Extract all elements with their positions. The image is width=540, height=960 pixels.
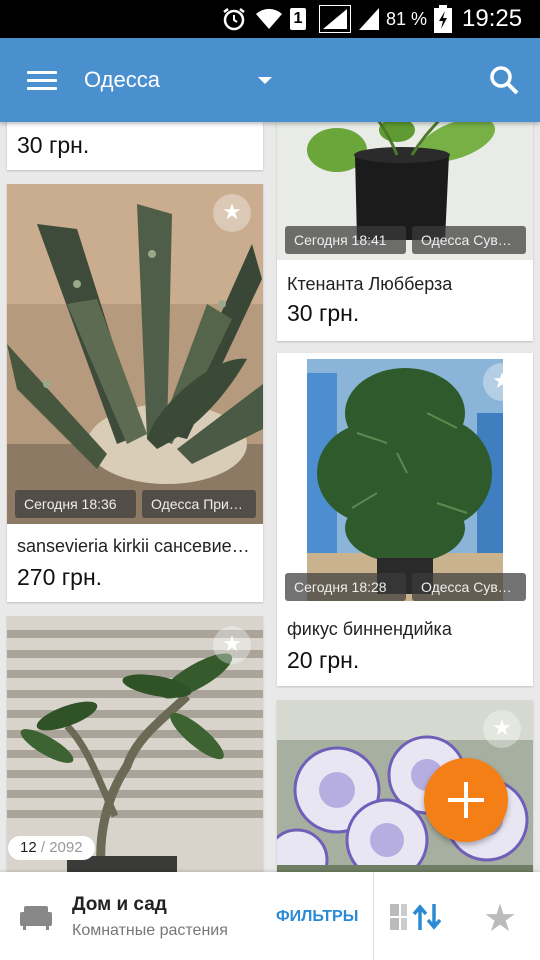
signal-icon xyxy=(318,0,352,38)
view-sort-icon[interactable] xyxy=(388,900,448,934)
listing-date: Сегодня 18:41 xyxy=(285,226,406,254)
search-icon[interactable] xyxy=(484,60,524,100)
listing-location: Одесса Приморский xyxy=(142,490,256,518)
signal-icon xyxy=(356,0,382,38)
listing-price: 30 грн. xyxy=(287,300,360,326)
sofa-icon xyxy=(20,904,52,930)
menu-icon[interactable] xyxy=(22,64,62,96)
wifi-icon xyxy=(254,0,284,38)
listing-title: Ктенанта Любберза xyxy=(287,274,453,294)
listing-price: 30 грн. xyxy=(17,132,90,158)
listing-price: 20 грн. xyxy=(287,647,360,673)
clock: 19:25 xyxy=(462,5,523,32)
status-bar: 1 81 % 19:25 xyxy=(0,0,540,38)
divider xyxy=(373,872,374,960)
listing-title: sansevieria kirkii сансевиерия xyxy=(17,536,257,556)
listing-price: 270 грн. xyxy=(17,564,103,590)
sim-icon: 1 xyxy=(288,0,308,38)
counter-current: 12 xyxy=(20,839,37,856)
favorite-star-icon[interactable]: ★ xyxy=(213,194,251,232)
favorite-star-icon[interactable]: ★ xyxy=(213,626,251,664)
add-listing-button[interactable] xyxy=(424,758,508,842)
listing-date: Сегодня 18:36 xyxy=(15,490,136,518)
listing-photo xyxy=(7,184,263,524)
favorite-star-icon[interactable]: ★ xyxy=(483,710,521,748)
listing-title: фикус биннендийка xyxy=(287,619,452,639)
counter-total: 2092 xyxy=(49,839,83,856)
category-title[interactable]: Дом и сад xyxy=(72,894,167,916)
listing-card[interactable]: ★ Сегодня 18:28 Одесса Суворовский фикус… xyxy=(277,353,533,686)
subcategory-label[interactable]: Комнатные растения xyxy=(72,922,228,940)
filters-button[interactable]: ФИЛЬТРЫ xyxy=(268,902,366,932)
listing-card[interactable]: ★ Сегодня 18:36 Одесса Приморский sansev… xyxy=(7,184,263,602)
battery-percent: 81 % xyxy=(386,8,428,29)
listing-location: Одесса Суворовский xyxy=(412,226,526,254)
alarm-icon xyxy=(220,0,248,38)
star-icon[interactable]: ★ xyxy=(480,898,520,938)
listing-card[interactable]: Сегодня 18:41 Одесса Суворовский Ктенант… xyxy=(277,110,533,341)
battery-charging-icon xyxy=(432,0,454,38)
city-selector[interactable]: Одесса xyxy=(84,64,160,96)
counter-separator: / xyxy=(36,839,50,856)
listing-location: Одесса Суворовский xyxy=(412,573,526,601)
favorite-star-icon[interactable]: ★ xyxy=(483,363,521,401)
dropdown-arrow-icon[interactable] xyxy=(252,68,278,92)
listing-date: Сегодня 18:28 xyxy=(285,573,406,601)
page-counter: 12 / 2092 xyxy=(8,836,95,860)
bottom-bar: Дом и сад Комнатные растения ФИЛЬТРЫ ★ xyxy=(0,872,540,960)
app-bar: Одесса xyxy=(0,38,540,122)
